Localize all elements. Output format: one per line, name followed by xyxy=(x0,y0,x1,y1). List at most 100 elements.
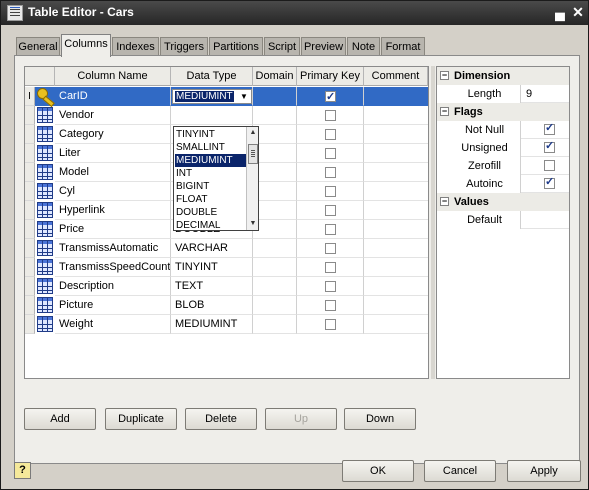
cell-comment[interactable] xyxy=(364,182,428,201)
tab-script[interactable]: Script xyxy=(264,37,300,56)
help-button[interactable]: ? xyxy=(14,462,31,479)
cancel-button[interactable]: Cancel xyxy=(424,460,496,482)
row-indicator[interactable] xyxy=(25,144,35,163)
row-indicator[interactable] xyxy=(25,296,35,315)
cell-comment[interactable] xyxy=(364,315,428,334)
minimize-button[interactable]: ▄ xyxy=(551,4,569,21)
dropdown-option[interactable]: TINYINT xyxy=(175,128,246,141)
primary-key-checkbox[interactable] xyxy=(325,129,336,140)
cell-column-name[interactable]: TransmissSpeedCount xyxy=(55,258,171,277)
tab-format[interactable]: Format xyxy=(381,37,425,56)
cell-column-name[interactable]: Weight xyxy=(55,315,171,334)
cell-data-type[interactable] xyxy=(171,106,253,125)
primary-key-checkbox[interactable] xyxy=(325,110,336,121)
row-indicator[interactable] xyxy=(25,106,35,125)
primary-key-checkbox[interactable] xyxy=(325,167,336,178)
up-button[interactable]: Up xyxy=(265,408,337,430)
row-indicator[interactable] xyxy=(25,277,35,296)
apply-button[interactable]: Apply xyxy=(507,460,581,482)
cell-domain[interactable] xyxy=(253,144,297,163)
tab-general[interactable]: General xyxy=(16,37,60,56)
flag-checkbox[interactable] xyxy=(544,175,555,189)
cell-domain[interactable] xyxy=(253,201,297,220)
scroll-up-icon[interactable]: ▲ xyxy=(248,127,258,139)
cell-domain[interactable] xyxy=(253,106,297,125)
primary-key-checkbox[interactable] xyxy=(325,319,336,330)
row-indicator[interactable]: I xyxy=(25,87,35,106)
primary-key-checkbox[interactable] xyxy=(325,243,336,254)
table-row[interactable]: Vendor xyxy=(25,106,428,125)
dropdown-option[interactable]: FLOAT xyxy=(175,193,246,206)
primary-key-checkbox[interactable] xyxy=(325,205,336,216)
primary-key-checkbox[interactable] xyxy=(325,300,336,311)
dropdown-option[interactable]: MEDIUMINT xyxy=(175,154,246,167)
data-type-dropdown-list[interactable]: TINYINT SMALLINT MEDIUMINT INT BIGINT FLOAT DO… xyxy=(173,126,259,231)
flag-checkbox[interactable] xyxy=(544,121,555,135)
cell-comment[interactable] xyxy=(364,296,428,315)
property-length[interactable]: Length 9 xyxy=(449,85,569,103)
add-button[interactable]: Add xyxy=(24,408,96,430)
cell-column-name[interactable]: Price xyxy=(55,220,171,239)
cell-domain[interactable] xyxy=(253,87,297,106)
cell-data-type[interactable]: VARCHAR xyxy=(171,239,253,258)
cell-comment[interactable] xyxy=(364,220,428,239)
cell-domain[interactable] xyxy=(253,296,297,315)
ok-button[interactable]: OK xyxy=(342,460,414,482)
cell-data-type[interactable]: MEDIUMINT ▼ xyxy=(171,87,253,106)
cell-comment[interactable] xyxy=(364,277,428,296)
tab-partitions[interactable]: Partitions xyxy=(209,37,263,56)
row-indicator[interactable] xyxy=(25,220,35,239)
cell-column-name[interactable]: Vendor xyxy=(55,106,171,125)
tab-indexes[interactable]: Indexes xyxy=(112,37,159,56)
cell-domain[interactable] xyxy=(253,239,297,258)
table-row[interactable]: I CarID MEDIUMINT ▼ xyxy=(25,87,428,106)
row-indicator[interactable] xyxy=(25,201,35,220)
scroll-thumb[interactable] xyxy=(248,144,258,164)
property-flag[interactable]: Unsigned xyxy=(449,139,569,157)
collapse-icon[interactable]: − xyxy=(440,107,449,116)
cell-column-name[interactable]: Liter xyxy=(55,144,171,163)
row-indicator[interactable] xyxy=(25,258,35,277)
cell-column-name[interactable]: Description xyxy=(55,277,171,296)
cell-domain[interactable] xyxy=(253,125,297,144)
flag-checkbox[interactable] xyxy=(544,139,555,153)
flag-checkbox[interactable] xyxy=(544,160,555,171)
cell-column-name[interactable]: Hyperlink xyxy=(55,201,171,220)
primary-key-checkbox[interactable] xyxy=(325,262,336,273)
cell-domain[interactable] xyxy=(253,163,297,182)
pane-splitter[interactable] xyxy=(431,66,435,379)
scroll-down-icon[interactable]: ▼ xyxy=(248,218,258,230)
data-type-combo[interactable]: MEDIUMINT ▼ xyxy=(172,89,252,104)
row-indicator[interactable] xyxy=(25,163,35,182)
cell-column-name[interactable]: CarID xyxy=(55,87,171,106)
tab-triggers[interactable]: Triggers xyxy=(160,37,208,56)
row-indicator[interactable] xyxy=(25,239,35,258)
header-column-name[interactable]: Column Name xyxy=(55,67,171,86)
dropdown-option[interactable]: SMALLINT xyxy=(175,141,246,154)
property-flag[interactable]: Autoinc xyxy=(449,175,569,193)
down-button[interactable]: Down xyxy=(344,408,416,430)
cell-domain[interactable] xyxy=(253,315,297,334)
dropdown-scrollbar[interactable]: ▲ ▼ xyxy=(246,127,258,230)
dropdown-option[interactable]: INT xyxy=(175,167,246,180)
dropdown-arrow-icon[interactable]: ▼ xyxy=(238,91,250,102)
dropdown-option[interactable]: BIGINT xyxy=(175,180,246,193)
primary-key-checkbox[interactable] xyxy=(325,148,336,159)
collapse-icon[interactable]: − xyxy=(440,71,449,80)
dropdown-option[interactable]: DECIMAL xyxy=(175,219,246,230)
tab-preview[interactable]: Preview xyxy=(301,37,346,56)
cell-domain[interactable] xyxy=(253,220,297,239)
cell-column-name[interactable]: TransmissAutomatic xyxy=(55,239,171,258)
dropdown-option[interactable]: DOUBLE xyxy=(175,206,246,219)
row-indicator[interactable] xyxy=(25,125,35,144)
cell-column-name[interactable]: Category xyxy=(55,125,171,144)
cell-comment[interactable] xyxy=(364,106,428,125)
cell-comment[interactable] xyxy=(364,258,428,277)
cell-comment[interactable] xyxy=(364,163,428,182)
table-row[interactable]: Picture BLOB xyxy=(25,296,428,315)
cell-data-type[interactable]: TEXT xyxy=(171,277,253,296)
cell-domain[interactable] xyxy=(253,277,297,296)
cell-comment[interactable] xyxy=(364,201,428,220)
cell-comment[interactable] xyxy=(364,125,428,144)
header-data-type[interactable]: Data Type xyxy=(171,67,253,86)
